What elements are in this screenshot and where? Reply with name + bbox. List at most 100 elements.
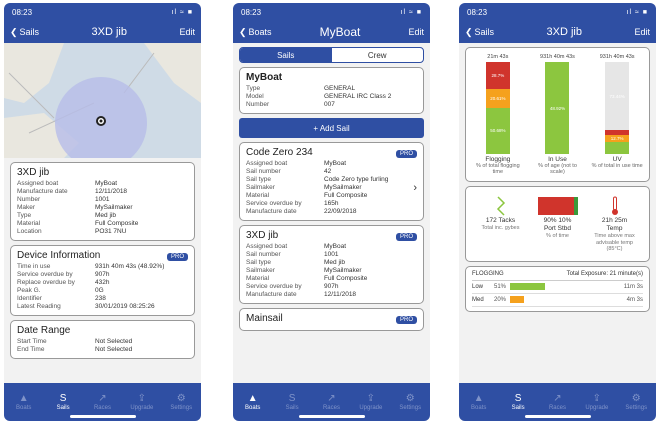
location-map[interactable] <box>4 43 201 158</box>
detail-label: Sail type <box>246 176 271 183</box>
edit-button[interactable]: Edit <box>179 27 195 37</box>
tab-boats[interactable]: ▲ Boats <box>5 393 43 411</box>
sail-details: Assigned boat MyBoat Manufacture date 12/1… <box>17 180 188 236</box>
bar-label: Flogging <box>485 156 511 163</box>
tab-races[interactable]: ↗ Races <box>83 393 121 411</box>
flogging-exposure: Total Exposure: 21 minute(s) <box>566 270 643 277</box>
bar-sublabel: % of total in use time <box>591 163 643 169</box>
sail-card-3xd-jib[interactable]: 3XD jib PRO Assigned boat MyBoat Sail num… <box>239 225 424 304</box>
bar-label: UV <box>612 156 622 163</box>
back-button[interactable]: ❮ Sails <box>465 27 494 38</box>
upgrade-icon: ⇪ <box>137 393 147 404</box>
tab-boats[interactable]: ▲ Boats <box>460 393 498 411</box>
bar-sublabel: % of total flogging time <box>475 163 520 175</box>
detail-value: 12/11/2018 <box>95 188 128 195</box>
thermometer-icon <box>611 196 618 215</box>
detail-value: 30/01/2019 08:25:26 <box>95 303 155 310</box>
bar-segment: 73.44% <box>605 62 630 131</box>
edit-button[interactable]: Edit <box>634 27 650 37</box>
tab-upgrade[interactable]: ⇪ Upgrade <box>123 393 161 411</box>
tab-races[interactable]: ↗ Races <box>538 393 576 411</box>
chevron-left-icon: ❮ <box>239 26 247 37</box>
usage-bars: 21m 43s 28.7% 20.61% 50.68% Flogging% of tot… <box>468 52 647 177</box>
date-range-card[interactable]: Date Range Start Time Not Selected End Ti… <box>10 320 195 359</box>
home-indicator <box>524 415 591 418</box>
detail-value: Not Selected <box>95 338 133 345</box>
detail-value: 165h <box>324 200 339 207</box>
detail-label: Service overdue by <box>246 200 302 207</box>
sails-icon: S <box>514 393 522 404</box>
port-stbd-bar <box>537 197 578 215</box>
sails-icon: S <box>288 393 296 404</box>
upgrade-icon: ⇪ <box>592 393 602 404</box>
tab-settings[interactable]: ⚙ Settings <box>162 393 200 411</box>
tacks-note: Total inc. gybes <box>481 225 520 231</box>
signal-icon: ıl ≈ ■ <box>400 8 422 16</box>
detail-value: Code Zero type furling <box>324 176 389 183</box>
tab-label: Upgrade <box>130 405 154 411</box>
detail-value: Full Composite <box>95 220 139 227</box>
tab-boats[interactable]: ▲ Boats <box>234 393 272 411</box>
tab-upgrade[interactable]: ⇪ Upgrade <box>578 393 616 411</box>
detail-value: MySailmaker <box>324 267 362 274</box>
detail-label: Number <box>17 196 41 203</box>
detail-value: 432h <box>95 279 110 286</box>
back-button[interactable]: ❮ Sails <box>10 27 39 38</box>
bar-segment: 50.68% <box>485 107 510 154</box>
stacked-bar: 28.7% 20.61% 50.68% <box>485 62 510 154</box>
pro-badge: PRO <box>395 315 417 324</box>
detail-value: Med jib <box>95 212 116 219</box>
add-sail-button[interactable]: + Add Sail <box>239 118 424 138</box>
detail-value: 0G <box>95 287 104 294</box>
tacks-count: 172 Tacks <box>485 217 516 224</box>
boat-name: MyBoat <box>246 72 283 83</box>
usage-bar-column: 931h 40m 43s 73.44% 12.7% UV% of total in u… <box>590 54 644 175</box>
tab-upgrade[interactable]: ⇪ Upgrade <box>352 393 390 411</box>
detail-label: Replace overdue by <box>17 279 75 286</box>
bar-caption: 931h 40m 43s <box>599 54 635 60</box>
page-title: 3XD jib <box>546 26 582 38</box>
row-name: Low <box>472 283 484 290</box>
detail-value: MyBoat <box>95 180 118 187</box>
segment-crew[interactable]: Crew <box>332 48 424 62</box>
tab-label: Settings <box>625 405 648 411</box>
detail-label: Number <box>246 101 270 108</box>
device-info-card[interactable]: Device Information PRO Time in use 931h 4… <box>10 245 195 316</box>
pro-badge: PRO <box>166 252 188 261</box>
edit-button[interactable]: Edit <box>408 27 424 37</box>
boat-icon: ▲ <box>473 393 484 404</box>
tab-settings[interactable]: ⚙ Settings <box>391 393 429 411</box>
detail-label: Identifier <box>17 295 42 302</box>
detail-label: Type <box>246 85 261 92</box>
sail-name: 3XD jib <box>246 230 279 241</box>
port-stbd-note: % of time <box>546 233 569 239</box>
segment-sails[interactable]: Sails <box>240 48 332 62</box>
detail-label: Manufacture date <box>17 188 68 195</box>
tab-label: Upgrade <box>359 405 383 411</box>
device-info-title: Device Information <box>17 250 101 261</box>
tab-settings[interactable]: ⚙ Settings <box>617 393 655 411</box>
sail-card-mainsail[interactable]: Mainsail PRO <box>239 308 424 331</box>
tab-sails[interactable]: S Sails <box>273 393 311 411</box>
status-bar: 08:23 ıl ≈ ■ <box>459 3 656 21</box>
temp-duration: 21h 25m <box>601 217 628 224</box>
chevron-right-icon: › <box>413 182 417 194</box>
back-button[interactable]: ❮ Boats <box>239 27 272 38</box>
tab-sails[interactable]: S Sails <box>499 393 537 411</box>
tab-sails[interactable]: S Sails <box>44 393 82 411</box>
detail-label: Material <box>17 220 41 227</box>
upgrade-icon: ⇪ <box>366 393 376 404</box>
bar-segment <box>605 142 630 154</box>
tab-races[interactable]: ↗ Races <box>312 393 350 411</box>
detail-label: Service overdue by <box>246 283 302 290</box>
detail-label: Sailmaker <box>246 184 275 191</box>
gear-icon: ⚙ <box>176 393 186 404</box>
flogging-row-med: Med 20% 4m 3s <box>472 294 643 307</box>
detail-value: 931h 40m 43s (48.92%) <box>95 263 165 270</box>
detail-label: Model <box>246 93 264 100</box>
flogging-bar-low <box>510 283 545 290</box>
chevron-left-icon: ❮ <box>10 26 18 37</box>
detail-value: MyBoat <box>324 160 347 167</box>
sail-card-code-zero[interactable]: Code Zero 234 PRO Assigned boat MyBoat Sa… <box>239 142 424 221</box>
flogging-card: FLOGGING Total Exposure: 21 minute(s) Lo… <box>465 265 650 312</box>
